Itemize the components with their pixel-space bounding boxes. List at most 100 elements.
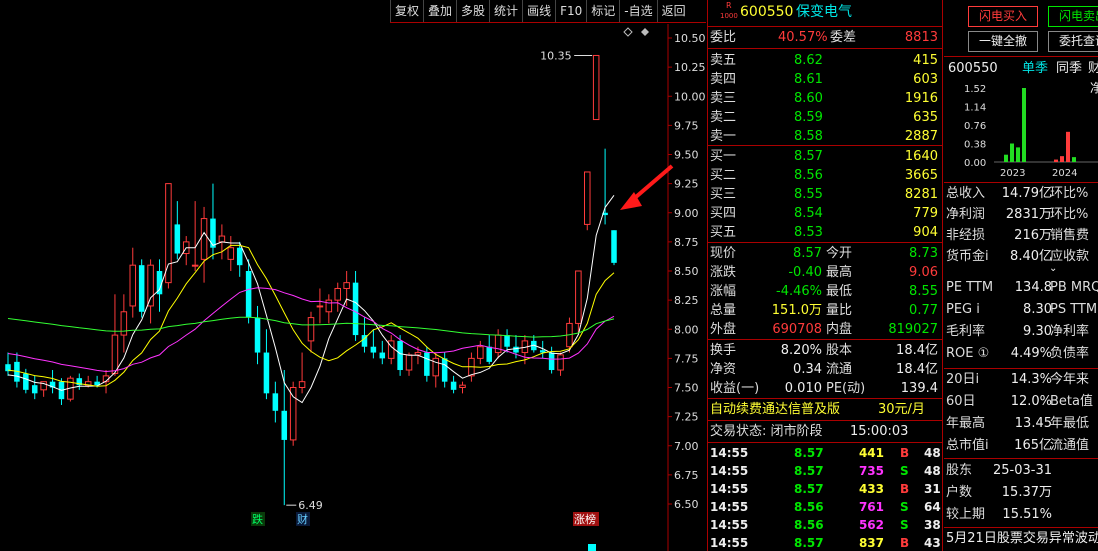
- candle-body: [200, 218, 208, 260]
- candle-body: [405, 354, 413, 371]
- fin-row: 20日i 14.3% 今年来: [946, 372, 1090, 387]
- candle-body: [477, 346, 484, 359]
- price-tick-label: 7.00: [674, 440, 699, 453]
- flash-buy-button[interactable]: 闪电买入: [968, 6, 1038, 27]
- candle-body: [227, 247, 235, 260]
- marker-die[interactable]: 跌: [252, 512, 263, 526]
- fin-row: 非经损 216万 销售费: [946, 228, 1090, 243]
- candle-body: [254, 317, 261, 353]
- marker-zhangbang[interactable]: 涨榜: [574, 512, 596, 526]
- ask-row: 卖三 8.60 1916: [710, 91, 938, 106]
- price-tick-label: 10.50: [674, 32, 706, 45]
- toolbar-item-0[interactable]: 复权: [390, 0, 423, 22]
- toolbar-item-5[interactable]: F10: [555, 0, 586, 22]
- bid-row: 买三 8.55 8281: [710, 187, 938, 202]
- fin-row: PE TTM 134.8 PB MRQ: [946, 280, 1098, 295]
- candle-body: [494, 334, 502, 354]
- stock-name[interactable]: 保变电气: [796, 3, 852, 22]
- mini-bar-2023: [1004, 154, 1008, 162]
- candle-body: [111, 334, 119, 375]
- entrust-query-button[interactable]: 委托查询: [1048, 31, 1098, 52]
- candle-body: [548, 352, 555, 371]
- toolbar-item-7[interactable]: -自选: [619, 0, 656, 22]
- bid-row: 买一 8.57 1640: [710, 149, 938, 164]
- diamond-filled-icon[interactable]: [641, 28, 649, 36]
- mini-bar-2024: [1060, 156, 1064, 162]
- ma5-line: [7, 195, 615, 404]
- candle-body: [414, 352, 422, 356]
- fin-row: 60日 12.0% Beta值: [946, 394, 1093, 409]
- tick-row: 14:55 8.57 735 S 48: [710, 464, 941, 478]
- fin-row: PEG i 8.30 PS TTM: [946, 302, 1098, 317]
- mini-axis-label: 0.76: [964, 121, 986, 132]
- stat-row: 现价 8.57 今开 8.73: [710, 246, 938, 261]
- ad-banner[interactable]: 自动续费通达信普及版 30元/月: [708, 400, 942, 419]
- diamond-icon[interactable]: [623, 27, 633, 37]
- chart-toolbar: 复权 叠加 多股 统计 画线 F10 标记 -自选 返回: [390, 0, 706, 23]
- mini-bar-2023: [1016, 147, 1020, 162]
- tick-row: 14:55 8.56 761 S 64: [710, 500, 941, 514]
- fin-row: 户数 15.37万: [946, 485, 1052, 500]
- price-tick-label: 8.00: [674, 323, 699, 336]
- price-tick-label: 6.50: [674, 498, 699, 511]
- candle-body: [513, 346, 519, 353]
- quarterly-profit-minichart: 1.52 1.14 0.76 0.38 0.00 2023 2024: [964, 84, 1098, 179]
- candle-body: [557, 354, 564, 371]
- stock-header: R 1000 600550 保变电气: [708, 1, 942, 25]
- toolbar-item-1[interactable]: 叠加: [423, 0, 456, 22]
- tick-row: 14:55 8.57 441 B 48: [710, 446, 941, 460]
- candle-body: [218, 235, 226, 243]
- fund-row: 换手 8.20% 股本 18.4亿: [710, 343, 938, 358]
- toolbar-item-3[interactable]: 统计: [489, 0, 522, 22]
- candle-body: [272, 393, 279, 411]
- tab-yoy[interactable]: 同季: [1056, 59, 1082, 79]
- weicha-value: 8813: [904, 30, 938, 45]
- low-price-label: 6.49: [298, 499, 323, 512]
- flash-sell-button[interactable]: 闪电卖出: [1048, 6, 1098, 27]
- weibi-row: 委比 40.57% 委差 8813: [710, 30, 938, 45]
- kline-chart[interactable]: 10.50 10.25 10.00 9.75 9.50 9.25 9.00 8.75 8.50 8…: [0, 24, 706, 551]
- candle-body: [191, 264, 199, 267]
- fin-row: 股东 25-03-31: [946, 463, 1052, 478]
- candle-body: [298, 381, 306, 388]
- candle-body: [486, 346, 492, 362]
- cancel-all-button[interactable]: 一键全撤: [968, 31, 1038, 52]
- marker-cai[interactable]: 财: [297, 512, 308, 526]
- ask-row: 卖四 8.61 603: [710, 72, 938, 87]
- candle-body: [307, 317, 315, 342]
- candle-body: [129, 264, 137, 307]
- toolbar-item-4[interactable]: 画线: [522, 0, 555, 22]
- candle-body: [592, 54, 600, 121]
- mini-bar-2023: [1010, 143, 1014, 162]
- candle-body: [147, 264, 154, 307]
- toolbar-item-8[interactable]: 返回: [656, 0, 690, 22]
- tab-finance[interactable]: 财务: [1088, 59, 1098, 79]
- tag-r: R: [726, 1, 732, 10]
- price-tick-label: 9.00: [674, 207, 699, 220]
- price-tick-label: 6.75: [674, 469, 699, 482]
- expand-icon[interactable]: ⌄: [944, 262, 1098, 276]
- mini-year-label: 2023: [1000, 168, 1025, 179]
- candle-body: [450, 381, 457, 390]
- stat-row: 涨幅 -4.46% 最低 8.55: [710, 284, 938, 299]
- tab-single-season[interactable]: 单季: [1022, 59, 1048, 79]
- ask-row: 卖二 8.59 635: [710, 110, 938, 125]
- toolbar-item-6[interactable]: 标记: [586, 0, 619, 22]
- price-tick-label: 9.50: [674, 149, 699, 162]
- candle-body: [23, 373, 29, 390]
- news-item[interactable]: 5月21日股票交易异常波动: [944, 529, 1098, 549]
- fund-row: 收益(一) 0.010 PE(动) 139.4: [710, 381, 938, 396]
- fin-row: ROE ① 4.49% 负债率: [946, 346, 1090, 361]
- toolbar-item-2[interactable]: 多股: [456, 0, 489, 22]
- price-tick-label: 9.25: [674, 178, 699, 191]
- mini-axis-label: 1.52: [964, 84, 986, 95]
- side-panel: 闪电买入 闪电卖出 一键全撤 委托查询 600550 单季 同季 财务 净 1.…: [944, 0, 1098, 551]
- fin-row: 总市值i 165亿 流通值: [946, 438, 1090, 453]
- price-tick-label: 7.25: [674, 411, 699, 424]
- price-tick-label: 8.50: [674, 265, 699, 278]
- candle-body: [584, 171, 591, 225]
- bid-row: 买五 8.53 904: [710, 225, 938, 240]
- stat-row: 总量 151.0万 量比 0.77: [710, 303, 938, 318]
- quote-panel: R 1000 600550 保变电气 委比 40.57% 委差 8813 卖五 8…: [707, 0, 943, 551]
- mini-axis-label: 0.38: [964, 140, 986, 151]
